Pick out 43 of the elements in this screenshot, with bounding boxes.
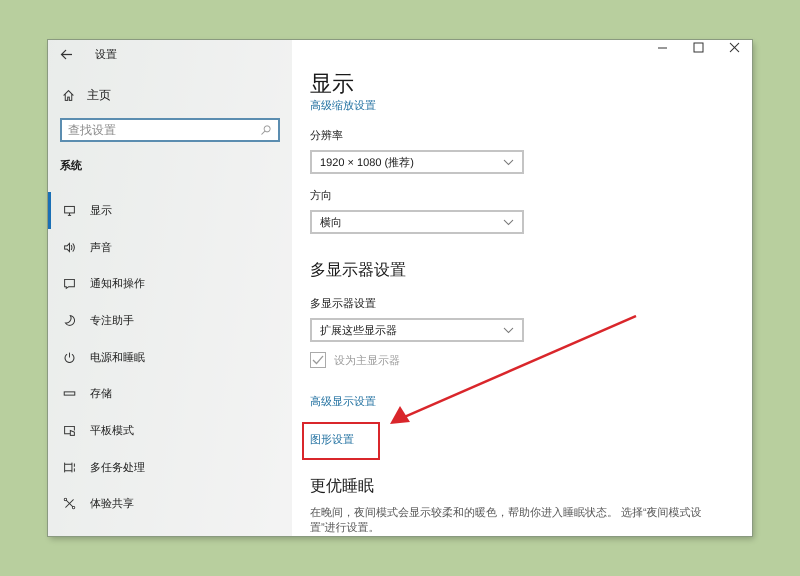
orientation-dropdown[interactable]: 横向: [310, 210, 524, 234]
chevron-down-icon: [503, 326, 514, 334]
home-item[interactable]: 主页: [62, 84, 292, 106]
section-heading: 系统: [60, 158, 83, 174]
field-label: 多显示器设置: [310, 297, 376, 312]
sidebar-item[interactable]: 体验共享: [48, 486, 292, 522]
sidebar-item[interactable]: 专注助手: [48, 302, 292, 339]
search-field[interactable]: 查找设置: [60, 118, 280, 142]
sidebar-item[interactable]: 通知和操作: [48, 265, 292, 302]
multi-display-dropdown[interactable]: 扩展这些显示器: [310, 318, 524, 342]
back-icon[interactable]: [60, 48, 73, 60]
field-label: 方向: [310, 188, 332, 204]
sidebar-item[interactable]: 多任务处理: [48, 448, 292, 486]
maximize-icon: [692, 42, 704, 52]
section-heading: 多显示器设置: [310, 261, 406, 281]
scale-link[interactable]: 高级缩放设置: [310, 98, 376, 114]
multitask-icon: [63, 460, 76, 474]
description-text: 在晚间，夜间模式会显示较柔和的暖色，帮助你进入睡眠状态。 选择“夜间模式设置”进行设置。: [310, 506, 703, 536]
home-label: 主页: [87, 86, 111, 104]
section-heading: 更优睡眠: [310, 476, 374, 497]
chevron-down-icon: [503, 158, 514, 166]
share-icon: [63, 497, 76, 510]
window-title: 设置: [95, 48, 117, 62]
graphics-settings-link[interactable]: 图形设置: [310, 434, 354, 446]
close-icon: [728, 42, 740, 52]
tablet-icon: [63, 424, 76, 437]
message-icon: [63, 277, 76, 290]
field-label: 分辨率: [310, 128, 343, 144]
search-icon: [260, 124, 272, 136]
resolution-dropdown[interactable]: 1920 × 1080 (推荐): [310, 150, 524, 174]
chevron-down-icon: [503, 218, 514, 226]
page-title: 显示: [310, 70, 354, 98]
power-icon: [63, 350, 76, 364]
moon-icon: [63, 314, 76, 327]
monitor-icon: [63, 204, 76, 217]
sidebar-item[interactable]: 电源和睡眠: [48, 338, 292, 376]
speaker-icon: [63, 240, 76, 254]
advanced-display-link[interactable]: 高级显示设置: [310, 394, 376, 410]
sidebar-item[interactable]: 平板模式: [48, 412, 292, 449]
home-icon: [62, 88, 75, 102]
sidebar-item[interactable]: 显示: [48, 192, 292, 229]
sidebar-item[interactable]: 存储: [48, 375, 292, 412]
sidebar-item[interactable]: 声音: [48, 228, 292, 266]
